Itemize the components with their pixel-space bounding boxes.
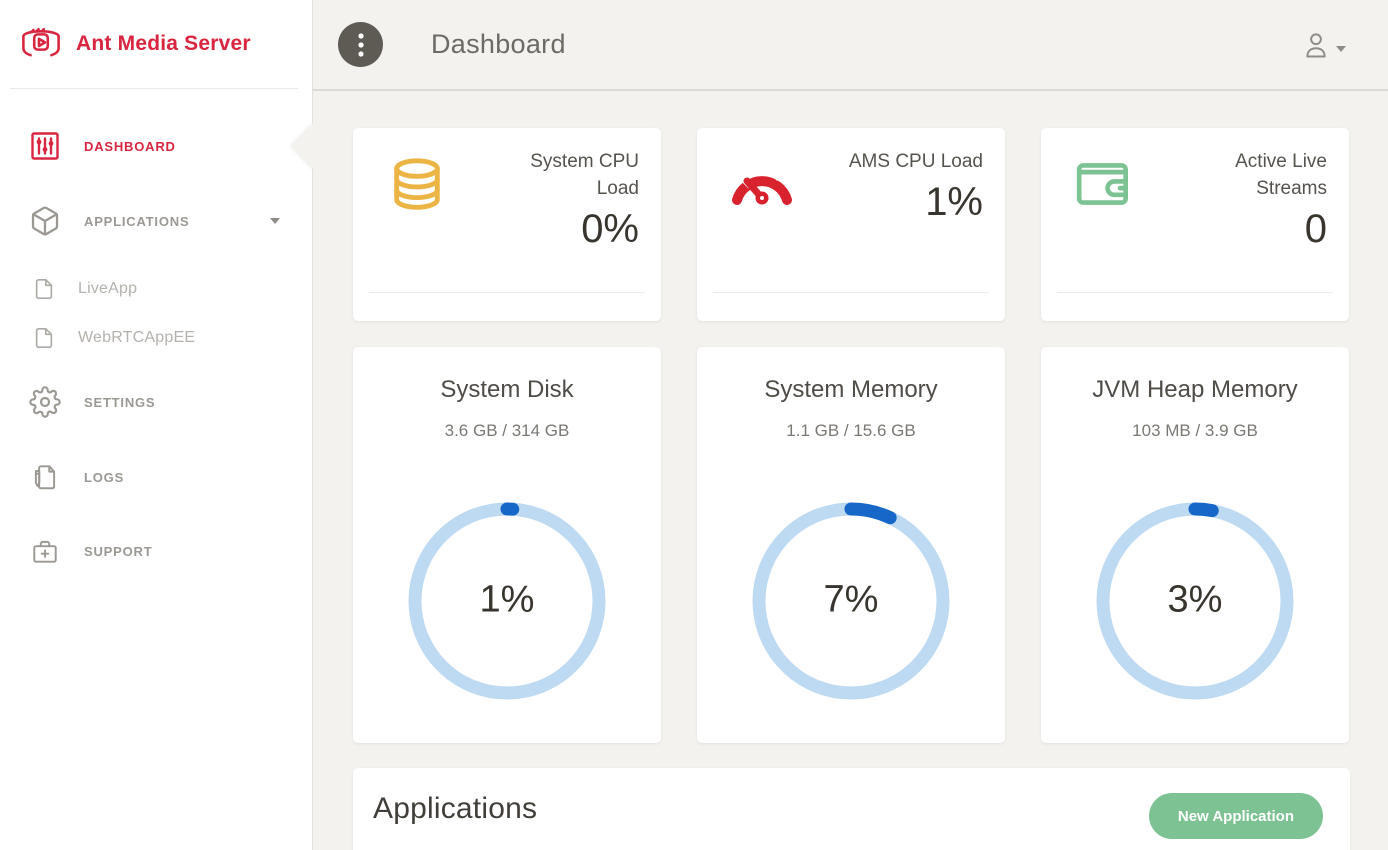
stat-value: 1% [833,177,983,227]
stat-label: Active Live Streams [1177,148,1327,202]
sidebar-item-settings[interactable]: SETTINGS [0,384,312,420]
applications-card: Applications New Application [353,768,1350,850]
sidebar-item-liveapp[interactable]: LiveApp [0,271,312,307]
wallet-icon [1074,156,1136,217]
stat-text: Active Live Streams 0 [1177,148,1327,254]
kebab-menu-button[interactable] [338,22,383,67]
page-title: Dashboard [431,29,566,60]
stat-card-system-cpu: System CPU Load 0% [353,128,661,321]
gauge-percent: 3% [1095,579,1295,622]
sidebar-divider [10,88,298,89]
gauge-detail: 3.6 GB / 314 GB [353,420,661,441]
gauge-percent: 7% [751,579,951,622]
gauge-title: JVM Heap Memory [1041,375,1349,404]
support-case-icon [28,536,62,566]
gauge-detail: 103 MB / 3.9 GB [1041,420,1349,441]
sidebar-item-webrtcappee[interactable]: WebRTCAppEE [0,320,312,356]
donut-gauge: 1% [407,501,607,701]
brand[interactable]: Ant Media Server [0,0,312,88]
stat-value: 0% [489,204,639,254]
sidebar-item-label: LOGS [84,470,124,485]
main-content: System CPU Load 0% AMS CPU Load [313,93,1388,850]
stat-label: System CPU Load [489,148,639,202]
gauge-percent: 1% [407,579,607,622]
card-divider [1057,292,1333,293]
chevron-down-icon [1336,46,1346,52]
gauge-card-system-memory: System Memory 1.1 GB / 15.6 GB 7% [697,347,1005,743]
stat-cards-row: System CPU Load 0% AMS CPU Load [353,128,1388,321]
sidebar-item-label: WebRTCAppEE [78,329,195,347]
kebab-menu-icon [358,32,364,58]
settings-gear-icon [28,386,62,418]
user-icon [1302,30,1330,60]
gauge-title: System Memory [697,375,1005,404]
sidebar-item-support[interactable]: SUPPORT [0,533,312,569]
gauge-card-system-disk: System Disk 3.6 GB / 314 GB 1% [353,347,661,743]
stat-text: AMS CPU Load 1% [833,148,983,227]
sidebar-item-label: SUPPORT [84,544,152,559]
header: Dashboard [313,0,1388,91]
stat-card-active-streams: Active Live Streams 0 [1041,128,1349,321]
sidebar-item-dashboard[interactable]: DASHBOARD [0,128,312,164]
sidebar: Ant Media Server DASHBOARD [0,0,313,850]
card-divider [713,292,989,293]
stat-text: System CPU Load 0% [489,148,639,254]
database-icon [386,156,448,221]
ant-media-logo-icon [17,20,65,69]
dashboard-icon [28,130,62,162]
donut-gauge: 7% [751,501,951,701]
sidebar-item-label: LiveApp [78,280,137,298]
logs-icon [28,462,62,492]
gauge-icon [730,156,794,213]
card-divider [369,292,645,293]
active-item-notch [291,122,314,170]
gauge-card-jvm-heap: JVM Heap Memory 103 MB / 3.9 GB 3% [1041,347,1349,743]
stat-value: 0 [1177,204,1327,254]
file-icon [32,327,56,349]
applications-title: Applications [373,792,537,826]
sidebar-item-label: APPLICATIONS [84,214,189,229]
stat-card-ams-cpu: AMS CPU Load 1% [697,128,1005,321]
ant-media-dashboard: Ant Media Server DASHBOARD [0,0,1388,850]
sidebar-item-logs[interactable]: LOGS [0,459,312,495]
new-application-button[interactable]: New Application [1149,793,1323,839]
gauge-detail: 1.1 GB / 15.6 GB [697,420,1005,441]
gauge-title: System Disk [353,375,661,404]
applications-icon [28,205,62,237]
donut-gauge: 3% [1095,501,1295,701]
file-icon [32,278,56,300]
sidebar-item-applications[interactable]: APPLICATIONS [0,203,312,239]
brand-name: Ant Media Server [76,32,251,56]
sidebar-item-label: SETTINGS [84,395,155,410]
stat-label: AMS CPU Load [833,148,983,175]
gauge-cards-row: System Disk 3.6 GB / 314 GB 1% System Me… [353,347,1388,743]
user-menu-button[interactable] [1302,30,1346,60]
chevron-down-icon [270,218,280,224]
sidebar-item-label: DASHBOARD [84,139,176,154]
